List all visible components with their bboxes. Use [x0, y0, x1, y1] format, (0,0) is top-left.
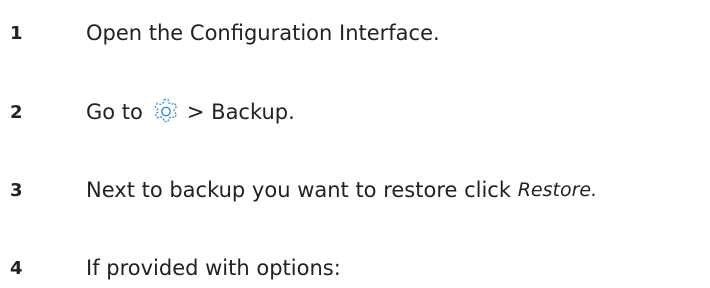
step-text-content: Next to backup you want to restore click: [86, 178, 512, 202]
instruction-steps: 1 Open the Configuration Interface. 2 Go…: [0, 0, 710, 288]
step-number: 3: [10, 179, 23, 201]
step-number: 1: [10, 22, 23, 44]
step-text-after-icon: > Backup.: [186, 100, 295, 124]
step-text-content: Open the Configuration Interface.: [86, 21, 440, 45]
step-text: Open the Configuration Interface.: [86, 21, 440, 45]
step-number: 2: [10, 101, 23, 123]
step-text: If provided with options:: [86, 256, 341, 280]
step-text-content: If provided with options:: [86, 256, 341, 280]
restore-action-label: Restore.: [517, 179, 598, 201]
step-1: 1 Open the Configuration Interface.: [0, 13, 710, 53]
step-text-before-icon: Go to: [86, 100, 143, 124]
step-number: 4: [10, 257, 23, 279]
step-text: Next to backup you want to restore click…: [86, 178, 597, 202]
step-2: 2 Go to > Backup.: [0, 92, 710, 132]
step-4: 4 If provided with options:: [0, 248, 710, 288]
step-3: 3 Next to backup you want to restore cli…: [0, 170, 710, 210]
step-text: Go to > Backup.: [86, 97, 295, 127]
gear-icon: [151, 97, 181, 127]
